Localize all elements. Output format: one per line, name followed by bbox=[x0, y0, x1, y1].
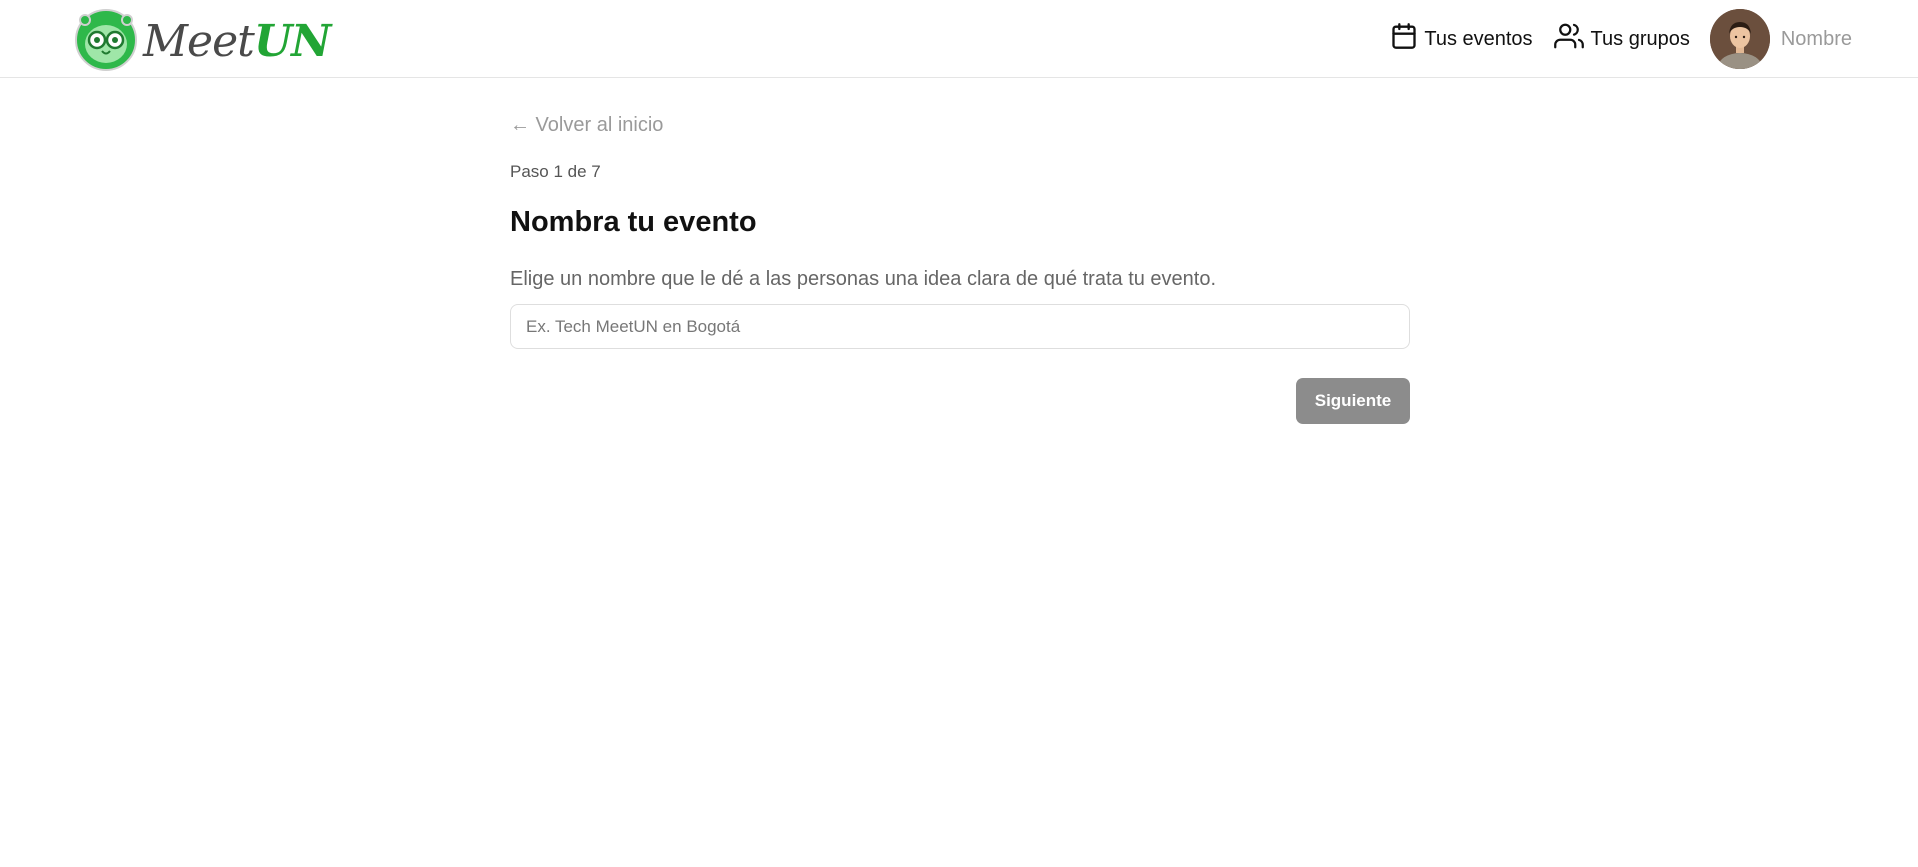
owl-logo-icon bbox=[73, 6, 139, 77]
next-button[interactable]: Siguiente bbox=[1296, 378, 1410, 424]
calendar-icon bbox=[1390, 21, 1424, 57]
nav-your-groups-label: Tus grupos bbox=[1590, 27, 1690, 50]
nav-your-groups[interactable]: Tus grupos bbox=[1553, 21, 1690, 57]
page-description: Elige un nombre que le dé a las personas… bbox=[510, 268, 1217, 290]
back-to-home-link[interactable]: ← Volver al inicio bbox=[510, 114, 663, 137]
top-header: MeetUN Tus eventos Tus grupos Nombre bbox=[0, 0, 1918, 78]
event-name-input[interactable] bbox=[510, 304, 1410, 349]
logo-text-un: UN bbox=[253, 15, 332, 67]
top-nav: Tus eventos Tus grupos Nombre bbox=[1390, 0, 1852, 78]
step-indicator: Paso 1 de 7 bbox=[510, 162, 601, 181]
nav-your-events[interactable]: Tus eventos bbox=[1390, 21, 1533, 57]
logo-text: MeetUN bbox=[143, 9, 332, 75]
user-name[interactable]: Nombre bbox=[1781, 28, 1852, 51]
avatar[interactable] bbox=[1709, 9, 1770, 69]
page-title: Nombra tu evento bbox=[510, 206, 757, 238]
logo[interactable]: MeetUN bbox=[73, 6, 332, 77]
nav-your-events-label: Tus eventos bbox=[1424, 27, 1533, 50]
logo-text-meet: Meet bbox=[143, 15, 255, 67]
users-icon bbox=[1553, 21, 1591, 57]
